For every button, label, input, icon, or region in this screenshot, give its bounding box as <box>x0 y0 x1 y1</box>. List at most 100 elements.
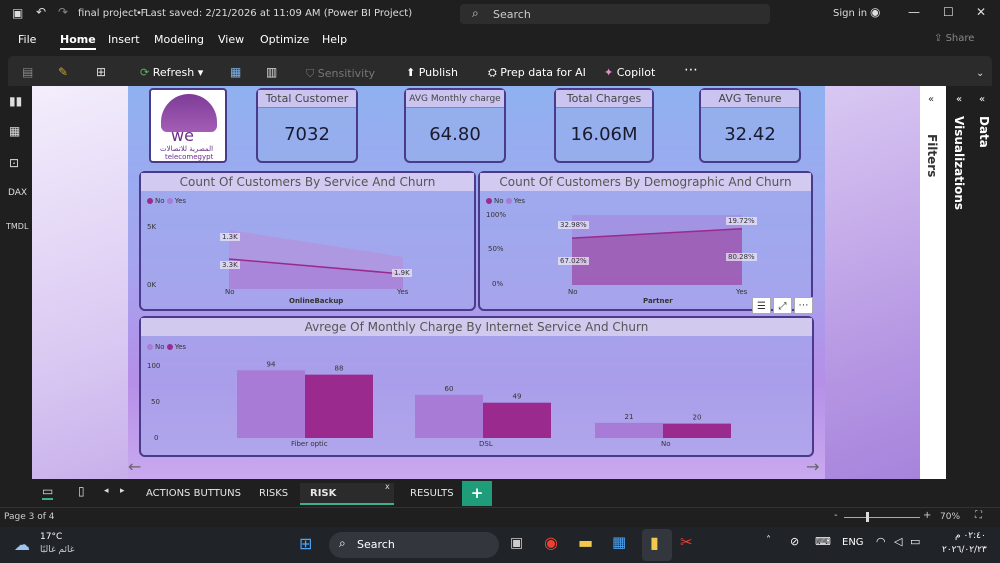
kpi-total-customer[interactable]: Total Customer 7032 <box>256 88 358 163</box>
calculator-icon[interactable]: ▥ <box>266 65 277 79</box>
clock-date[interactable]: ٢٠٢٦/٠٢/٢٣ <box>942 545 987 555</box>
weather-icon[interactable]: ☁ <box>14 535 30 554</box>
ribbon: ▤ ✎ ⊞ ⟳ Refresh ▾ ▦ ▥ ⛉ Sensitivity ⬆ Pu… <box>8 56 992 90</box>
minimize-icon[interactable]: — <box>908 5 920 19</box>
zoom-level[interactable]: 70% <box>940 512 960 522</box>
page-prev-arrow[interactable]: ← <box>128 457 141 476</box>
data-label: 1.9K <box>392 269 412 277</box>
snipping-tool-icon[interactable]: ✂ <box>680 533 693 551</box>
prep-data-button[interactable]: ⛭ Prep data for AI <box>488 66 586 80</box>
menu-home[interactable]: Home <box>60 33 96 50</box>
menu-file[interactable]: File <box>18 33 36 46</box>
zoom-out-icon[interactable]: - <box>834 510 838 521</box>
filter-icon[interactable]: ☰ <box>752 297 771 314</box>
task-view-icon[interactable]: ▣ <box>510 535 523 551</box>
visualizations-pane[interactable]: Visualizations <box>952 116 966 210</box>
tabs-next-icon[interactable]: ▸ <box>120 486 125 496</box>
windows-taskbar: ☁ 17°C غائم غالبًا ⊞ ⌕ Search ▣ ◉ ▬ ▦ ▮ … <box>0 527 1000 563</box>
chrome-icon[interactable]: ◉ <box>544 533 558 552</box>
kpi-total-charges[interactable]: Total Charges 16.06M <box>554 88 654 163</box>
maximize-icon[interactable]: ☐ <box>943 5 954 19</box>
tab-results[interactable]: RESULTS <box>400 483 464 505</box>
close-tab-icon[interactable]: x <box>385 482 390 491</box>
keyboard-icon[interactable]: ⌨ <box>815 535 831 548</box>
redo-icon[interactable]: ↷ <box>58 5 68 19</box>
zoom-slider[interactable] <box>844 517 920 518</box>
bar-value-label: 20 <box>693 414 702 422</box>
show-hidden-icons[interactable]: ˄ <box>766 535 771 546</box>
page-next-arrow[interactable]: → <box>806 457 819 476</box>
collapse-filters-icon[interactable]: « <box>928 94 934 105</box>
chart-monthly-charge-internet[interactable]: Avrege Of Monthly Charge By Internet Ser… <box>139 316 814 457</box>
powerbi-icon[interactable]: ▮ <box>650 533 659 552</box>
language-indicator[interactable]: ENG <box>842 537 864 548</box>
paste-icon[interactable]: ▤ <box>22 65 33 79</box>
new-visual-icon[interactable]: ▦ <box>230 65 241 79</box>
menu-insert[interactable]: Insert <box>108 33 140 46</box>
menu-modeling[interactable]: Modeling <box>154 33 204 46</box>
sign-in-link[interactable]: Sign in <box>833 8 867 19</box>
desktop-layout-icon[interactable]: ▭ <box>42 484 54 500</box>
bar-value-label: 49 <box>513 393 522 401</box>
x-tick: Yes <box>736 288 748 296</box>
refresh-button[interactable]: ⟳ Refresh ▾ <box>140 66 203 79</box>
sensitivity-button[interactable]: ⛉ Sensitivity <box>306 67 375 81</box>
save-icon[interactable]: ▣ <box>12 6 23 20</box>
kpi-avg-monthly-charge[interactable]: AVG Monthly charge 64.80 <box>404 88 506 163</box>
tab-risk-reasons[interactable]: RISK REASONS <box>300 483 394 521</box>
table-view-icon[interactable]: ▦ <box>9 124 20 138</box>
kpi-value: 64.80 <box>429 124 481 145</box>
model-view-icon[interactable]: ⊡ <box>9 156 19 170</box>
volume-icon[interactable]: ◁ <box>894 535 902 548</box>
tabs-prev-icon[interactable]: ◂ <box>104 486 109 496</box>
search-box[interactable]: ⌕ Search <box>460 4 770 24</box>
more-options-icon[interactable]: ⋯ <box>684 62 698 78</box>
zoom-slider-thumb[interactable] <box>866 512 869 522</box>
collapse-visualizations-icon[interactable]: « <box>956 94 962 105</box>
share-button[interactable]: ⇪ Share <box>934 33 974 44</box>
filters-pane[interactable]: « Filters <box>920 86 946 479</box>
menu-help[interactable]: Help <box>322 33 347 46</box>
report-view-icon[interactable]: ▮▮ <box>9 94 22 108</box>
tab-risks[interactable]: RISKS <box>249 483 298 505</box>
dax-query-icon[interactable]: DAX <box>8 188 27 198</box>
notifications-off-icon[interactable]: ⊘ <box>790 535 799 548</box>
data-label: 32.98% <box>558 221 589 229</box>
avatar-icon[interactable]: ◉ <box>870 5 880 19</box>
store-icon[interactable]: ▦ <box>612 533 626 551</box>
chart-demographic-churn[interactable]: Count Of Customers By Demographic And Ch… <box>478 171 813 311</box>
kpi-avg-tenure[interactable]: AVG Tenure 32.42 <box>699 88 801 163</box>
taskbar-search[interactable]: ⌕ Search <box>329 532 499 558</box>
tab-actions-buttuns[interactable]: ACTIONS BUTTUNS <box>136 483 251 505</box>
mobile-layout-icon[interactable]: ▯ <box>78 484 85 498</box>
format-painter-icon[interactable]: ✎ <box>58 65 68 79</box>
file-explorer-icon[interactable]: ▬ <box>578 533 593 552</box>
clock-time[interactable]: ٠٢:٤٠ م <box>955 531 986 541</box>
more-options-icon[interactable]: ⋯ <box>794 297 813 314</box>
x-tick: No <box>661 440 671 448</box>
battery-icon[interactable]: ▭ <box>910 535 920 548</box>
tmdl-view-icon[interactable]: TMDL <box>6 222 28 231</box>
menu-view[interactable]: View <box>218 33 244 46</box>
copilot-button[interactable]: ✦ Copilot <box>604 66 655 79</box>
focus-mode-icon[interactable]: ⤢ <box>773 297 792 314</box>
zoom-in-icon[interactable]: + <box>923 510 931 521</box>
area-plot <box>228 230 404 289</box>
menu-optimize[interactable]: Optimize <box>260 33 309 46</box>
copilot-icon: ✦ <box>604 66 617 79</box>
last-saved[interactable]: • Last saved: 2/21/2026 at 11:09 AM (Pow… <box>136 8 412 19</box>
data-pane[interactable]: Data <box>977 116 991 148</box>
left-view-rail: ▮▮ ▦ ⊡ DAX TMDL <box>0 86 32 479</box>
collapse-data-icon[interactable]: « <box>979 94 985 105</box>
chart-service-churn[interactable]: Count Of Customers By Service And Churn … <box>139 171 476 311</box>
collapse-ribbon-icon[interactable]: ⌄ <box>976 68 984 79</box>
wifi-icon[interactable]: ◠ <box>876 535 886 548</box>
publish-button[interactable]: ⬆ Publish <box>406 66 458 79</box>
fit-page-icon[interactable]: ⛶ <box>975 510 982 521</box>
add-page-button[interactable]: + <box>462 481 492 506</box>
undo-icon[interactable]: ↶ <box>36 5 46 19</box>
close-icon[interactable]: ✕ <box>976 5 986 19</box>
start-icon[interactable]: ⊞ <box>299 534 312 553</box>
get-data-icon[interactable]: ⊞ <box>96 65 106 79</box>
bar-value-label: 94 <box>267 360 276 368</box>
